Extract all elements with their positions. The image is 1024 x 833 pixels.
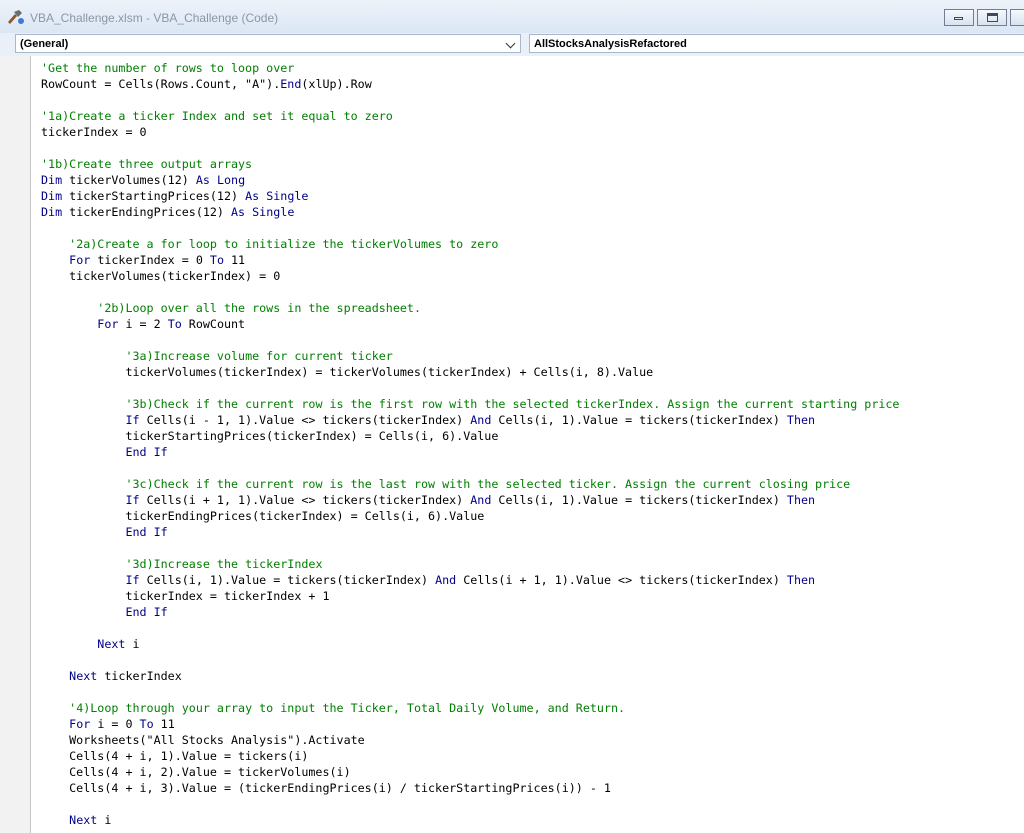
margin-indicator-bar[interactable]: [8, 56, 31, 833]
code-line[interactable]: Cells(4 + i, 3).Value = (tickerEndingPri…: [41, 780, 899, 796]
object-dropdown[interactable]: (General): [15, 34, 521, 53]
code-line[interactable]: [41, 284, 899, 300]
chevron-down-icon: [505, 38, 516, 49]
code-line[interactable]: Cells(4 + i, 2).Value = tickerVolumes(i): [41, 764, 899, 780]
title-bar: VBA_Challenge.xlsm - VBA_Challenge (Code…: [0, 0, 1024, 33]
code-line[interactable]: '1a)Create a ticker Index and set it equ…: [41, 108, 899, 124]
procedure-dropdown-value: AllStocksAnalysisRefactored: [534, 38, 687, 50]
code-line[interactable]: '3c)Check if the current row is the last…: [41, 476, 899, 492]
code-line[interactable]: For i = 2 To RowCount: [41, 316, 899, 332]
code-editor[interactable]: 'Get the number of rows to loop over RowC…: [0, 56, 1024, 833]
minimize-icon: [954, 17, 963, 20]
code-line[interactable]: tickerIndex = tickerIndex + 1: [41, 588, 899, 604]
code-line[interactable]: [41, 540, 899, 556]
close-button[interactable]: [1010, 9, 1024, 26]
code-line[interactable]: Next tickerIndex: [41, 668, 899, 684]
editor-left-frame: [0, 56, 8, 833]
vba-editor-icon: [6, 9, 26, 25]
code-line[interactable]: tickerStartingPrices(tickerIndex) = Cell…: [41, 428, 899, 444]
code-line[interactable]: If Cells(i + 1, 1).Value <> tickers(tick…: [41, 492, 899, 508]
code-line[interactable]: Dim tickerStartingPrices(12) As Single: [41, 188, 899, 204]
maximize-icon: [987, 13, 998, 22]
object-dropdown-value: (General): [20, 38, 69, 50]
code-line[interactable]: tickerIndex = 0: [41, 124, 899, 140]
code-line[interactable]: End If: [41, 524, 899, 540]
code-line[interactable]: End If: [41, 444, 899, 460]
code-line[interactable]: [41, 796, 899, 812]
code-line[interactable]: '3a)Increase volume for current ticker: [41, 348, 899, 364]
code-line[interactable]: [41, 140, 899, 156]
code-line[interactable]: tickerEndingPrices(tickerIndex) = Cells(…: [41, 508, 899, 524]
code-line[interactable]: '2b)Loop over all the rows in the spread…: [41, 300, 899, 316]
code-line[interactable]: '1b)Create three output arrays: [41, 156, 899, 172]
code-line[interactable]: Worksheets("All Stocks Analysis").Activa…: [41, 732, 899, 748]
code-line[interactable]: '3d)Increase the tickerIndex: [41, 556, 899, 572]
code-line[interactable]: tickerVolumes(tickerIndex) = tickerVolum…: [41, 364, 899, 380]
code-line[interactable]: [41, 380, 899, 396]
procedure-dropdown[interactable]: AllStocksAnalysisRefactored: [529, 34, 1024, 53]
code-line[interactable]: Next i: [41, 636, 899, 652]
code-line[interactable]: [41, 332, 899, 348]
code-line[interactable]: tickerVolumes(tickerIndex) = 0: [41, 268, 899, 284]
code-line[interactable]: End If: [41, 604, 899, 620]
code-line[interactable]: Dim tickerVolumes(12) As Long: [41, 172, 899, 188]
code-line[interactable]: '4)Loop through your array to input the …: [41, 700, 899, 716]
code-line[interactable]: [41, 620, 899, 636]
code-line[interactable]: '2a)Create a for loop to initialize the …: [41, 236, 899, 252]
code-line[interactable]: [41, 220, 899, 236]
code-line[interactable]: For tickerIndex = 0 To 11: [41, 252, 899, 268]
code-line[interactable]: [41, 684, 899, 700]
code-line[interactable]: RowCount = Cells(Rows.Count, "A").End(xl…: [41, 76, 899, 92]
procedure-bar: (General) AllStocksAnalysisRefactored: [0, 33, 1024, 56]
code-line[interactable]: If Cells(i - 1, 1).Value <> tickers(tick…: [41, 412, 899, 428]
code-line[interactable]: Dim tickerEndingPrices(12) As Single: [41, 204, 899, 220]
code-line[interactable]: [41, 92, 899, 108]
window-title: VBA_Challenge.xlsm - VBA_Challenge (Code…: [30, 11, 279, 25]
code-line[interactable]: 'Get the number of rows to loop over: [41, 60, 899, 76]
maximize-button[interactable]: [977, 9, 1007, 26]
code-line[interactable]: [41, 652, 899, 668]
code-line[interactable]: Cells(4 + i, 1).Value = tickers(i): [41, 748, 899, 764]
code-line[interactable]: [41, 460, 899, 476]
code-area[interactable]: 'Get the number of rows to loop over RowC…: [41, 60, 899, 828]
code-line[interactable]: If Cells(i, 1).Value = tickers(tickerInd…: [41, 572, 899, 588]
minimize-button[interactable]: [944, 9, 974, 26]
code-line[interactable]: '3b)Check if the current row is the firs…: [41, 396, 899, 412]
code-line[interactable]: For i = 0 To 11: [41, 716, 899, 732]
code-line[interactable]: Next i: [41, 812, 899, 828]
